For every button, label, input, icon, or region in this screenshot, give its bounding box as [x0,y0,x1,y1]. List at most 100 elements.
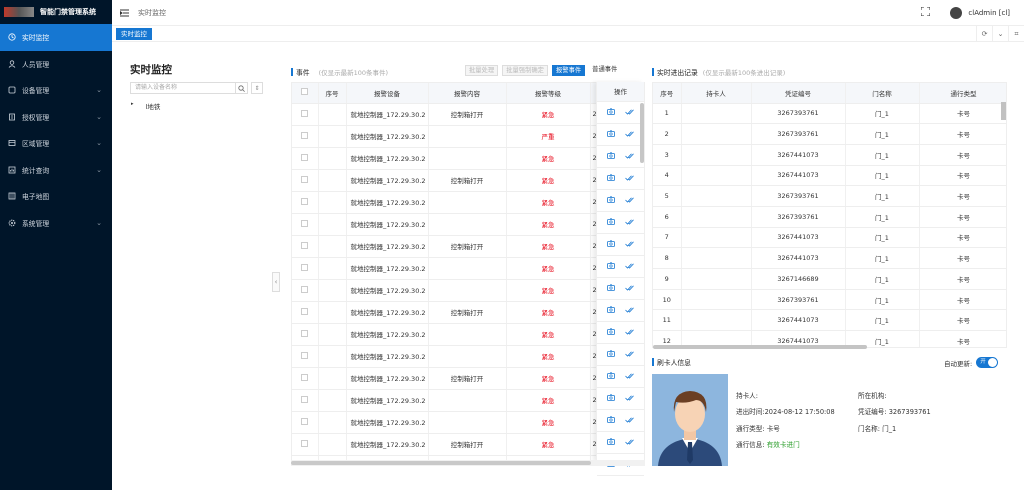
user-name[interactable]: clAdmin [cl] [968,9,1010,17]
table-row[interactable]: 就地控制器_172.29.30.2紧急2 [292,389,644,412]
table-row[interactable]: 1 3267393761 门_1 卡号 [653,103,1006,125]
row-checkbox[interactable] [292,433,319,456]
camera-icon[interactable] [607,350,615,359]
table-row[interactable]: 就地控制器_172.29.30.2 控制箱打开 紧急 2 [292,235,644,258]
table-row[interactable]: 11 3267441073 门_1 卡号 [653,309,1006,332]
chevron-down-icon[interactable]: ⌄ [992,26,1008,42]
camera-icon[interactable] [607,262,615,271]
confirm-check-icon[interactable] [625,329,634,337]
row-checkbox[interactable] [292,191,319,214]
refresh-icon[interactable]: ⟳ [976,26,992,42]
row-checkbox[interactable] [292,389,319,412]
row-checkbox[interactable] [292,257,319,280]
camera-icon[interactable] [607,240,615,249]
alarm-events-button[interactable]: 报警事件 [551,65,586,76]
row-checkbox[interactable] [292,213,319,236]
panel-collapse-icon[interactable]: ‹ [272,272,280,292]
events-horizontal-scrollbar[interactable] [291,460,645,466]
confirm-check-icon[interactable] [625,153,634,161]
camera-icon[interactable] [607,284,615,293]
table-row[interactable]: 就地控制器_172.29.30.2紧急2 [292,257,644,280]
sort-icon[interactable]: ⇕ [251,82,263,94]
row-checkbox[interactable] [292,125,319,148]
table-row[interactable]: 10 3267393761 门_1 卡号 [653,289,1006,311]
table-row[interactable]: 5 3267393761 门_1 卡号 [653,185,1006,207]
row-checkbox[interactable] [292,147,319,170]
sidebar-item-person[interactable]: 人员管理 [0,51,112,78]
row-checkbox[interactable] [292,301,319,324]
avatar[interactable] [950,6,963,19]
table-row[interactable]: 就地控制器_172.29.30.2紧急2 [292,147,644,170]
confirm-check-icon[interactable] [625,307,634,315]
table-row[interactable]: 就地控制器_172.29.30.2 控制箱打开 紧急 2 [292,169,644,192]
confirm-check-icon[interactable] [625,131,634,139]
table-row[interactable]: 就地控制器_172.29.30.2 控制箱打开 紧急 2 [292,301,644,324]
table-row[interactable]: 3 3267441073 门_1 卡号 [653,144,1006,166]
normal-events-button[interactable]: 普通事件 [589,65,621,76]
row-checkbox[interactable] [292,103,319,126]
access-horizontal-scrollbar[interactable] [653,345,867,349]
table-row[interactable]: 8 3267441073 门_1 卡号 [653,247,1006,269]
camera-icon[interactable] [607,416,615,425]
camera-icon[interactable] [607,394,615,403]
sidebar-item-auth[interactable]: 授权管理 ⌄ [0,104,112,131]
tree-node-root[interactable]: ▸ l地铁 [131,101,160,111]
confirm-check-icon[interactable] [625,417,634,425]
confirm-check-icon[interactable] [625,175,634,183]
search-icon[interactable] [235,82,248,94]
table-row[interactable]: 7 3267441073 门_1 卡号 [653,227,1006,249]
fullscreen-icon[interactable] [920,6,931,18]
sidebar-item-map[interactable]: 电子地图 [0,183,112,210]
table-row[interactable]: 就地控制器_172.29.30.2紧急2 [292,345,644,368]
table-row[interactable]: 就地控制器_172.29.30.2紧急2 [292,323,644,346]
row-checkbox[interactable] [292,411,319,434]
confirm-check-icon[interactable] [625,395,634,403]
batch-process-button[interactable]: 批量处理 [465,65,499,76]
row-checkbox[interactable] [292,235,319,258]
events-vertical-scrollbar[interactable] [640,103,644,163]
batch-force-confirm-button[interactable]: 批量强制确定 [502,65,548,76]
confirm-check-icon[interactable] [625,219,634,227]
camera-icon[interactable] [607,174,615,183]
table-row[interactable]: 就地控制器_172.29.30.2 控制箱打开 紧急 2 [292,103,644,126]
tab-realtime-monitor[interactable]: 实时监控 [116,27,152,40]
sidebar-item-gear[interactable]: 系统管理 ⌄ [0,210,112,237]
table-row[interactable]: 2 3267393761 门_1 卡号 [653,123,1006,145]
table-row[interactable]: 就地控制器_172.29.30.2 控制箱打开 紧急 2 [292,433,644,456]
table-row[interactable]: 4 3267441073 门_1 卡号 [653,165,1006,187]
camera-icon[interactable] [607,306,615,315]
row-checkbox[interactable] [292,345,319,368]
table-row[interactable]: 就地控制器_172.29.30.2紧急2 [292,411,644,434]
sidebar-item-monitor[interactable]: 实时监控 [0,24,112,51]
confirm-check-icon[interactable] [625,439,634,447]
camera-icon[interactable] [607,218,615,227]
camera-icon[interactable] [607,108,615,117]
camera-icon[interactable] [607,372,615,381]
table-row[interactable]: 就地控制器_172.29.30.2紧急2 [292,191,644,214]
row-checkbox[interactable] [292,169,319,192]
table-row[interactable]: 就地控制器_172.29.30.2紧急2 [292,213,644,236]
camera-icon[interactable] [607,130,615,139]
tree-expand-icon[interactable]: ▸ [131,101,134,111]
confirm-check-icon[interactable] [625,285,634,293]
row-checkbox[interactable] [292,323,319,346]
table-row[interactable]: 就地控制器_172.29.30.2 严重 2 [292,125,644,148]
camera-icon[interactable] [607,196,615,205]
camera-icon[interactable] [607,152,615,161]
confirm-check-icon[interactable] [625,109,634,117]
auto-update-switch[interactable]: 开 [976,357,999,368]
sidebar-item-stats[interactable]: 统计查询 ⌄ [0,157,112,184]
sidebar-item-device[interactable]: 设备管理 ⌄ [0,77,112,104]
expand-icon[interactable]: ⌗ [1008,26,1024,42]
row-checkbox[interactable] [292,279,319,302]
sidebar-item-area[interactable]: 区域管理 ⌄ [0,130,112,157]
row-checkbox[interactable] [292,367,319,390]
table-row[interactable]: 就地控制器_172.29.30.2 控制箱打开 紧急 2 [292,367,644,390]
table-row[interactable]: 9 3267146689 门_1 卡号 [653,268,1006,290]
camera-icon[interactable] [607,328,615,337]
access-vertical-scrollbar[interactable] [1001,102,1006,120]
select-all-checkbox[interactable] [292,83,319,104]
table-row[interactable]: 6 3267393761 门_1 卡号 [653,206,1006,228]
device-search-input[interactable]: 请输入设备名称 [130,82,248,94]
confirm-check-icon[interactable] [625,263,634,271]
